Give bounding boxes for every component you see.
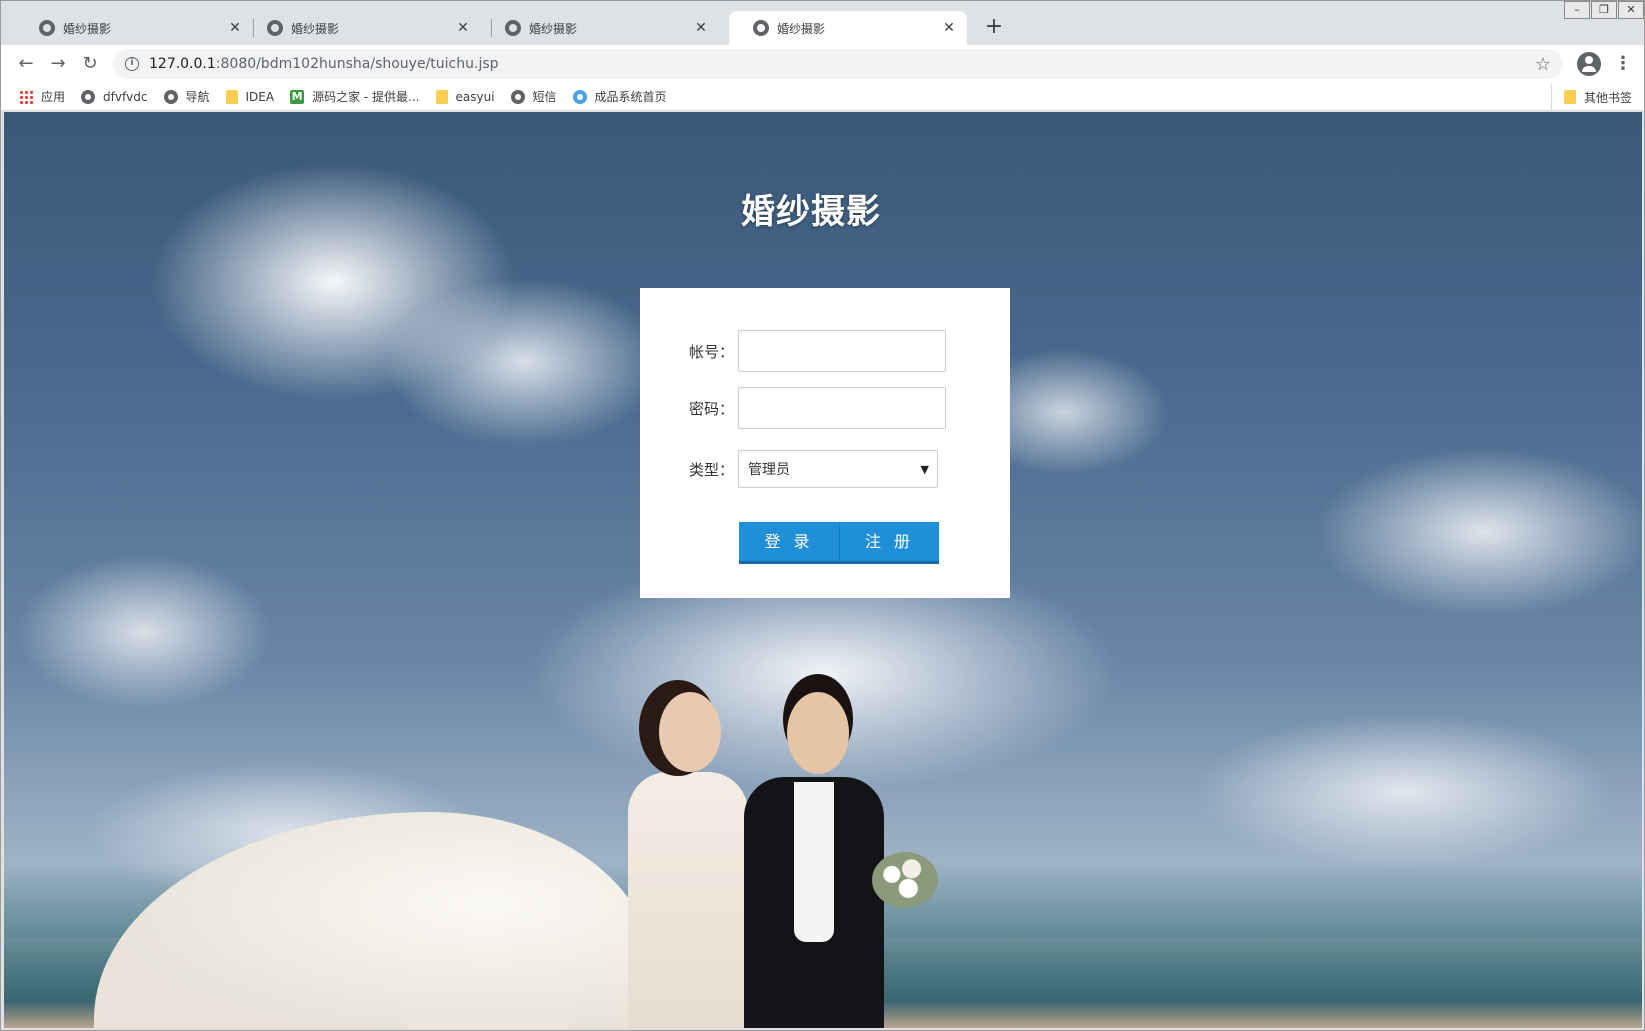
apps-grid-icon [19, 89, 33, 104]
account-label: 帐号： [688, 342, 734, 361]
bookmark-sms[interactable]: 短信 [510, 88, 557, 105]
bookmark-label: easyui [455, 89, 495, 104]
password-input[interactable] [738, 387, 946, 429]
account-input[interactable] [738, 330, 946, 372]
url-host: 127.0.0.1 [149, 56, 216, 72]
bookmark-easyui[interactable]: easyui [435, 89, 495, 104]
browser-toolbar: ← → ↻ i 127.0.0.1:8080/bdm102hunsha/shou… [1, 45, 1644, 83]
bride-head-image [659, 692, 721, 772]
globe-icon [81, 89, 96, 104]
tab-title: 婚纱摄影 [529, 21, 578, 36]
bookmark-label: 源码之家 - 提供最... [312, 90, 420, 104]
bookmark-nav[interactable]: 导航 [163, 88, 210, 105]
account-row: 帐号： [640, 330, 1010, 372]
other-bookmarks[interactable]: 其他书签 [1550, 83, 1632, 111]
bookmark-dfvfvdc[interactable]: dfvfvdc [81, 89, 148, 104]
page-viewport: 婚纱摄影 帐号： 密码： 类型： 管理员 ▼ 登 录 注 册 [4, 112, 1642, 1028]
bouquet-image [872, 852, 938, 908]
tab-title: 婚纱摄影 [291, 21, 340, 36]
profile-icon[interactable] [1577, 52, 1601, 76]
bookmark-system-home[interactable]: 成品系统首页 [572, 88, 667, 105]
tab-4-active[interactable]: 婚纱摄影 ✕ [729, 11, 967, 45]
address-bar[interactable]: i 127.0.0.1:8080/bdm102hunsha/shouye/tui… [113, 49, 1563, 79]
close-icon[interactable]: ✕ [227, 20, 243, 36]
minimize-icon[interactable]: – [1564, 1, 1590, 19]
globe-icon [505, 20, 521, 36]
globe-icon [163, 89, 178, 104]
restore-icon[interactable]: ❐ [1591, 1, 1617, 19]
page-title: 婚纱摄影 [741, 192, 881, 232]
password-row: 密码： [640, 387, 1010, 429]
window-close-icon[interactable]: ✕ [1618, 1, 1644, 19]
bookmark-idea[interactable]: IDEA [225, 89, 275, 104]
url-text: 127.0.0.1:8080/bdm102hunsha/shouye/tuich… [149, 56, 1535, 72]
folder-icon [1563, 90, 1576, 104]
bookmark-label: 短信 [532, 90, 557, 104]
wedding-dress-image [94, 812, 654, 1028]
close-icon[interactable]: ✕ [693, 20, 709, 36]
bookmark-label: 应用 [41, 90, 66, 104]
url-path: :8080/bdm102hunsha/shouye/tuichu.jsp [215, 56, 499, 72]
globe-icon [39, 20, 55, 36]
forward-arrow-icon[interactable]: → [45, 51, 71, 77]
more-vertical-icon[interactable]: ⋮ [1613, 51, 1633, 77]
tab-1[interactable]: 婚纱摄影 ✕ [15, 11, 253, 45]
tab-title: 婚纱摄影 [777, 21, 826, 36]
bookmark-label: IDEA [245, 89, 275, 104]
type-selected-value: 管理员 [748, 462, 790, 478]
login-card: 帐号： 密码： 类型： 管理员 ▼ 登 录 注 册 [640, 288, 1010, 598]
close-icon[interactable]: ✕ [941, 20, 957, 36]
browser-window: 婚纱摄影 ✕ 婚纱摄影 ✕ 婚纱摄影 ✕ 婚纱摄影 ✕ + – ❐ ✕ ← → [0, 0, 1645, 1031]
back-arrow-icon[interactable]: ← [13, 51, 39, 77]
folder-icon [225, 89, 238, 104]
close-icon[interactable]: ✕ [455, 20, 471, 36]
tab-title: 婚纱摄影 [63, 21, 112, 36]
button-group: 登 录 注 册 [739, 522, 939, 564]
type-row: 类型： 管理员 ▼ [640, 450, 1010, 488]
blue-circle-icon [572, 89, 587, 104]
globe-icon [753, 20, 769, 36]
register-button[interactable]: 注 册 [839, 522, 939, 564]
info-icon[interactable]: i [125, 57, 139, 71]
window-controls: – ❐ ✕ [1563, 1, 1644, 21]
type-select[interactable]: 管理员 ▼ [738, 450, 938, 488]
globe-icon [267, 20, 283, 36]
star-icon[interactable]: ☆ [1535, 54, 1551, 75]
globe-icon [510, 89, 525, 104]
type-label: 类型： [688, 460, 734, 479]
bookmark-label: 导航 [185, 90, 210, 104]
folder-icon [435, 89, 448, 104]
reload-icon[interactable]: ↻ [77, 51, 103, 77]
new-tab-button[interactable]: + [981, 15, 1007, 41]
chevron-down-icon: ▼ [920, 462, 929, 476]
bookmark-apps[interactable]: 应用 [19, 88, 65, 105]
tab-strip: 婚纱摄影 ✕ 婚纱摄影 ✕ 婚纱摄影 ✕ 婚纱摄影 ✕ + – ❐ ✕ [1, 1, 1644, 45]
groom-shirt-image [794, 782, 834, 942]
bookmark-label: 成品系统首页 [594, 90, 667, 104]
bookmark-source-home[interactable]: M 源码之家 - 提供最... [290, 88, 420, 105]
m-logo-icon: M [290, 89, 305, 104]
login-button[interactable]: 登 录 [739, 522, 839, 564]
tab-2[interactable]: 婚纱摄影 ✕ [243, 11, 481, 45]
bookmark-label: dfvfvdc [103, 89, 148, 104]
tab-3[interactable]: 婚纱摄影 ✕ [481, 11, 719, 45]
password-label: 密码： [688, 399, 734, 418]
groom-head-image [787, 692, 849, 774]
bride-image [628, 772, 748, 1028]
bookmarks-bar: 应用 dfvfvdc 导航 IDEA M 源码之家 - 提供最... easyu… [1, 83, 1644, 111]
other-bookmarks-label: 其他书签 [1583, 90, 1632, 105]
